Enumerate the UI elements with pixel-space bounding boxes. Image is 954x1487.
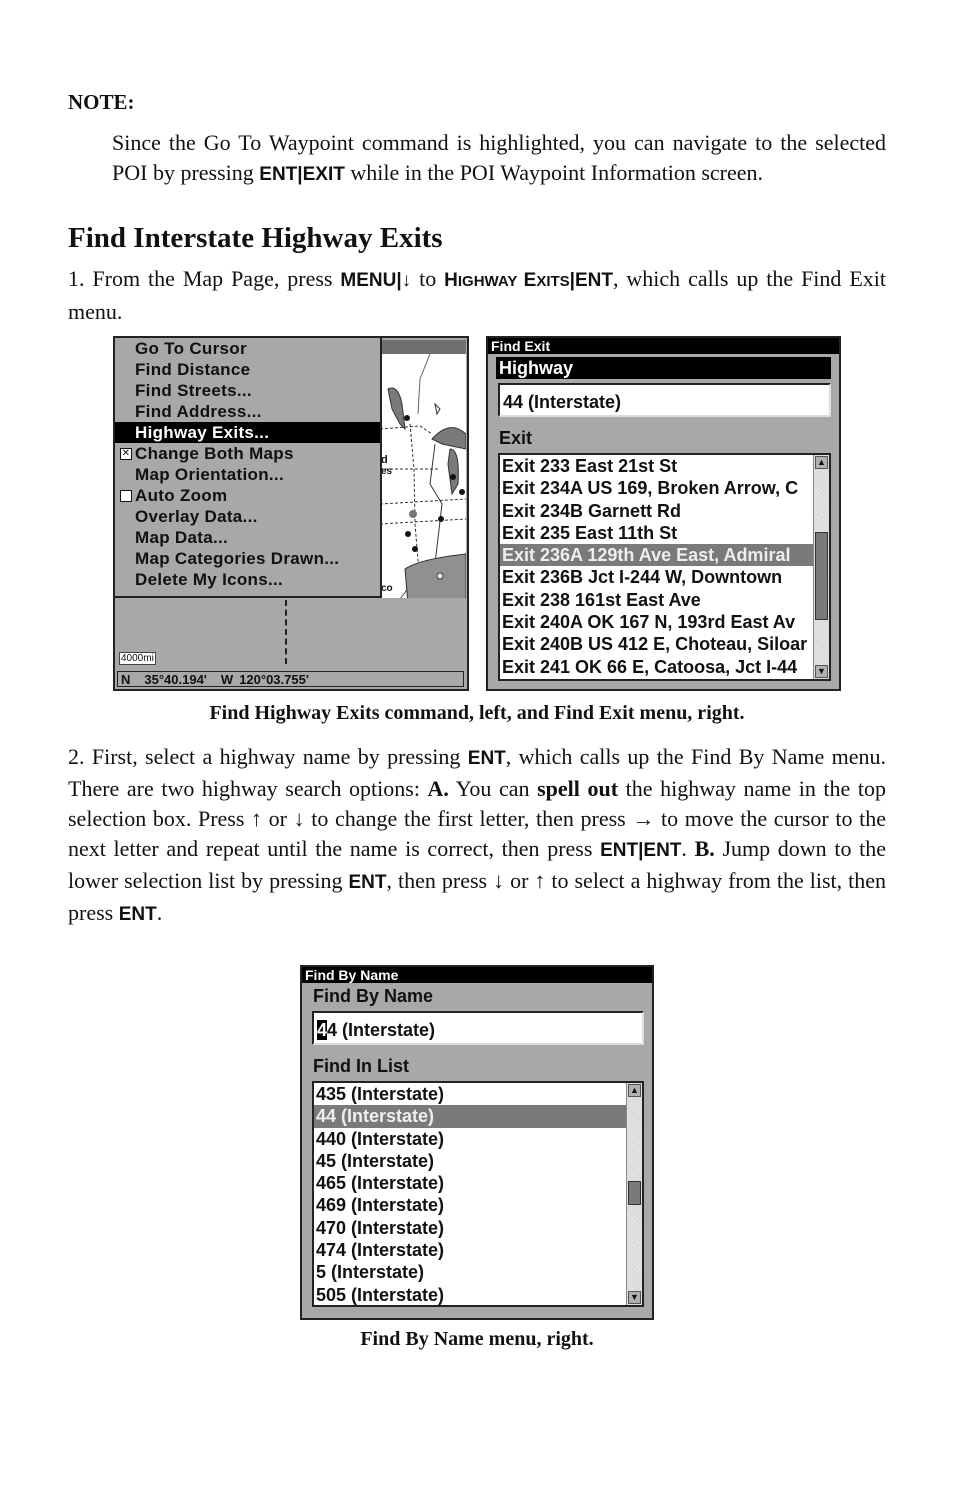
menu-item-label: Map Categories Drawn... — [135, 549, 340, 568]
map-cursor-line — [285, 600, 287, 664]
menu-item-label: Delete My Icons... — [135, 570, 284, 589]
highway-list-item[interactable]: 505 (Interstate) — [314, 1284, 626, 1306]
find-by-name-label: Find By Name — [313, 986, 434, 1006]
exit-list-item[interactable]: Exit 235 East 11th St — [500, 522, 813, 544]
scroll-thumb[interactable] — [815, 532, 828, 620]
highway-list-item[interactable]: 45 (Interstate) — [314, 1150, 626, 1172]
step-1-text: to — [411, 266, 445, 291]
step-2-paragraph: 2. First, select a highway name by press… — [68, 744, 886, 925]
longitude: 120°03.755' — [239, 672, 309, 687]
menu-item[interactable]: Map Data... — [115, 527, 380, 548]
find-by-name-screen: Find By Name Find By Name 44 (Interstate… — [300, 965, 654, 1320]
highway-input[interactable]: 44 (Interstate) — [498, 383, 831, 417]
menu-item[interactable]: Go To Cursor — [115, 338, 380, 359]
exit-list-item[interactable]: Exit 234A US 169, Broken Arrow, C — [500, 477, 813, 499]
map-label: co — [381, 583, 393, 594]
scroll-down-arrow-icon[interactable]: ▼ — [815, 665, 828, 678]
highway-list-item[interactable]: 44 (Interstate) — [314, 1105, 626, 1128]
checkbox-checked-icon[interactable]: ✕ — [120, 448, 132, 460]
latitude: 35°40.194' — [144, 672, 207, 687]
exit-label: Exit — [499, 428, 533, 448]
step-1-text: 1. From the Map Page, press — [68, 266, 341, 291]
menu-item[interactable]: ✕ Change Both Maps — [115, 443, 380, 464]
lat-hemisphere: N — [121, 672, 131, 687]
scroll-up-arrow-icon[interactable]: ▲ — [628, 1084, 641, 1097]
find-by-name-title: Find By Name — [302, 967, 652, 983]
key-menu-down: MENU|↓ — [340, 270, 412, 291]
exit-list-item[interactable]: Exit 238 161st East Ave — [500, 589, 813, 611]
menu-item-label: Overlay Data... — [135, 507, 258, 526]
map-lower-area — [115, 598, 466, 666]
key-highway-exits: HIGHWAY EXITS|ENT — [444, 270, 613, 291]
menu-item-label: Map Orientation... — [135, 465, 284, 484]
key-ent-ent: ENT|ENT — [600, 840, 682, 861]
menu-item[interactable]: Find Streets... — [115, 380, 380, 401]
menu-item[interactable]: Find Distance — [115, 359, 380, 380]
section-title: Find Interstate Highway Exits — [68, 222, 443, 254]
highway-list-item[interactable]: 440 (Interstate) — [314, 1128, 626, 1150]
map-page-screen: d es co 4000mi Go To Cursor Find Distance… — [113, 336, 469, 691]
exit-list-item[interactable]: Exit 233 East 21st St — [500, 455, 813, 477]
exit-list-item[interactable]: Exit 234B Garnett Rd — [500, 500, 813, 522]
highway-list-item[interactable]: 470 (Interstate) — [314, 1217, 626, 1239]
menu-item-label: Find Streets... — [135, 381, 252, 400]
exit-list-item[interactable]: Exit 236B Jct I-244 W, Downtown — [500, 566, 813, 588]
scroll-up-arrow-icon[interactable]: ▲ — [815, 456, 828, 469]
highway-list-item[interactable]: 469 (Interstate) — [314, 1194, 626, 1216]
menu-item-label: Map Data... — [135, 528, 229, 547]
highway-list-item[interactable]: 465 (Interstate) — [314, 1172, 626, 1194]
highway-list-item[interactable]: 435 (Interstate) — [314, 1083, 626, 1105]
find-exit-screen: Find Exit Highway 44 (Interstate) Exit E… — [486, 336, 841, 691]
exit-list-item[interactable]: Exit 240B US 412 E, Choteau, Siloar — [500, 633, 813, 655]
text-cursor: 4 — [317, 1020, 328, 1040]
key-ent: ENT — [118, 904, 157, 925]
map-label: d — [381, 454, 388, 466]
key-ent-exit: ENT|EXIT — [259, 164, 345, 185]
highway-list-item[interactable]: 5 (Interstate) — [314, 1261, 626, 1283]
step-1-paragraph: 1. From the Map Page, press MENU|↓ to HI… — [68, 264, 886, 327]
highway-list[interactable]: 435 (Interstate) 44 (Interstate) 440 (Inte… — [312, 1081, 644, 1307]
highway-label: Highway — [496, 357, 831, 379]
exit-list-item[interactable]: Exit 241 OK 66 E, Catoosa, Jct I-44 — [500, 656, 813, 678]
position-readout: N 35°40.194' W 120°03.755' — [117, 671, 464, 687]
menu-item[interactable]: Overlay Data... — [115, 506, 380, 527]
menu-item[interactable]: Map Orientation... — [115, 464, 380, 485]
menu-item[interactable]: Highway Exits... — [115, 422, 380, 443]
note-label: NOTE: — [68, 90, 135, 114]
figure-caption-1: Find Highway Exits command, left, and Fi… — [209, 702, 745, 724]
exit-list-item[interactable]: Exit 236A 129th Ave East, Admiral — [500, 544, 813, 567]
highway-list-item[interactable]: 474 (Interstate) — [314, 1239, 626, 1261]
exit-list[interactable]: Exit 233 East 21st St Exit 234A US 169, B… — [498, 453, 831, 681]
menu-item-label: Find Distance — [135, 360, 251, 379]
figure-caption-2: Find By Name menu, right. — [360, 1328, 594, 1350]
scroll-thumb[interactable] — [628, 1181, 641, 1205]
scroll-down-arrow-icon[interactable]: ▼ — [628, 1291, 641, 1304]
menu-item-label: Auto Zoom — [135, 486, 228, 505]
find-in-list-label: Find In List — [313, 1056, 409, 1076]
note-text-after: while in the POI Waypoint Information sc… — [344, 160, 763, 185]
menu-item[interactable]: Map Categories Drawn... — [115, 548, 380, 569]
menu-item[interactable]: Find Address... — [115, 401, 380, 422]
lon-hemisphere: W — [220, 672, 234, 687]
menu-item[interactable]: Auto Zoom — [115, 485, 380, 506]
key-ent: ENT — [348, 872, 387, 893]
map-scale: 4000mi — [119, 652, 156, 665]
map-label: es — [381, 466, 393, 477]
menu-item[interactable]: Delete My Icons... — [115, 569, 380, 590]
checkbox-icon[interactable] — [120, 490, 132, 502]
note-body: Since the Go To Waypoint command is high… — [112, 128, 886, 190]
find-exit-title: Find Exit — [488, 338, 839, 354]
menu-item-label: Find Address... — [135, 402, 262, 421]
map-title-bar — [380, 340, 466, 354]
menu-item-label: Highway Exits... — [135, 423, 270, 442]
exit-list-item[interactable]: Exit 240A OK 167 N, 193rd East Av — [500, 611, 813, 633]
key-ent: ENT — [467, 748, 506, 769]
map-menu: Go To Cursor Find Distance Find Streets...… — [115, 338, 382, 598]
name-input[interactable]: 44 (Interstate) — [312, 1011, 644, 1045]
lake-shape — [387, 387, 406, 431]
highway-list-scrollbar[interactable]: ▲ ▼ — [626, 1083, 642, 1305]
menu-item-label: Change Both Maps — [135, 444, 294, 463]
exit-list-scrollbar[interactable]: ▲ ▼ — [813, 455, 829, 679]
menu-item-label: Go To Cursor — [135, 339, 247, 358]
